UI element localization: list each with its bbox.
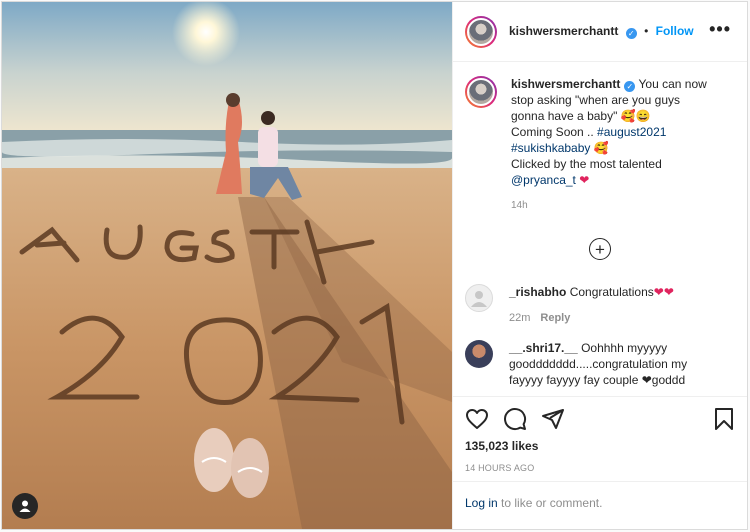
caption: kishwersmerchantt ✓ You can now stop aski… (465, 76, 735, 214)
caption-username[interactable]: kishwersmerchantt (511, 77, 620, 91)
beach-photo (2, 2, 452, 529)
author-username[interactable]: kishwersmerchantt (509, 24, 618, 38)
likes-count[interactable]: 135,023 likes (465, 439, 735, 453)
comment-time[interactable]: 22m (509, 312, 530, 324)
commenter-avatar[interactable] (465, 284, 493, 312)
post-container: kishwersmerchantt ✓ • Follow ••• kishwer… (1, 1, 748, 530)
tagged-user-icon[interactable] (12, 493, 38, 519)
verified-badge-icon: ✓ (625, 28, 637, 39)
login-link[interactable]: Log in (465, 496, 498, 510)
hashtag-sukishkababy[interactable]: #sukishkababy (511, 141, 590, 155)
save-bookmark-icon[interactable] (713, 407, 735, 431)
comment-icon[interactable] (503, 407, 527, 431)
heart-emoji: ❤ (579, 173, 590, 187)
separator-dot: • (644, 24, 649, 38)
follow-button[interactable]: Follow (656, 24, 694, 38)
post-date[interactable]: 14 HOURS AGO (465, 463, 735, 473)
like-heart-icon[interactable] (465, 408, 489, 430)
mention-pryanca[interactable]: @pryanca_t (511, 173, 576, 187)
share-icon[interactable] (541, 407, 565, 431)
smile-emoji: 🥰 (593, 141, 609, 155)
post-header: kishwersmerchantt ✓ • Follow ••• (453, 2, 747, 62)
hashtag-august2021[interactable]: #august2021 (597, 125, 666, 139)
post-side-panel: kishwersmerchantt ✓ • Follow ••• kishwer… (452, 2, 747, 529)
commenter-username[interactable]: _rishabho (509, 285, 566, 299)
more-options-icon[interactable]: ••• (709, 20, 731, 38)
caption-credit: Clicked by the most talented (511, 157, 662, 171)
comment-item: _rishabho Congratulations❤❤ 22m Reply (465, 284, 735, 326)
comments-section[interactable]: kishwersmerchantt ✓ You can now stop aski… (453, 62, 747, 396)
post-photo[interactable] (2, 2, 452, 529)
login-prompt: Log in to like or comment. (453, 481, 747, 529)
login-prompt-text: to like or comment. (497, 496, 603, 510)
load-more-comments-icon[interactable]: + (589, 238, 611, 260)
commenter-avatar[interactable] (465, 340, 493, 368)
comment-text: Congratulations (569, 285, 654, 299)
post-actions: 135,023 likes 14 HOURS AGO (453, 396, 747, 482)
caption-time[interactable]: 14h (511, 198, 711, 214)
reply-button[interactable]: Reply (540, 312, 570, 324)
author-avatar[interactable] (465, 15, 497, 48)
caption-author-avatar[interactable] (465, 76, 497, 108)
verified-badge-icon: ✓ (624, 81, 636, 92)
caption-coming-soon: Coming Soon .. (511, 125, 598, 139)
heart-emoji: ❤❤ (653, 285, 674, 299)
comment-item: __.shri17.__ Oohhhh myyyyy gooddddddd...… (465, 340, 735, 388)
commenter-username[interactable]: __.shri17.__ (509, 341, 578, 355)
